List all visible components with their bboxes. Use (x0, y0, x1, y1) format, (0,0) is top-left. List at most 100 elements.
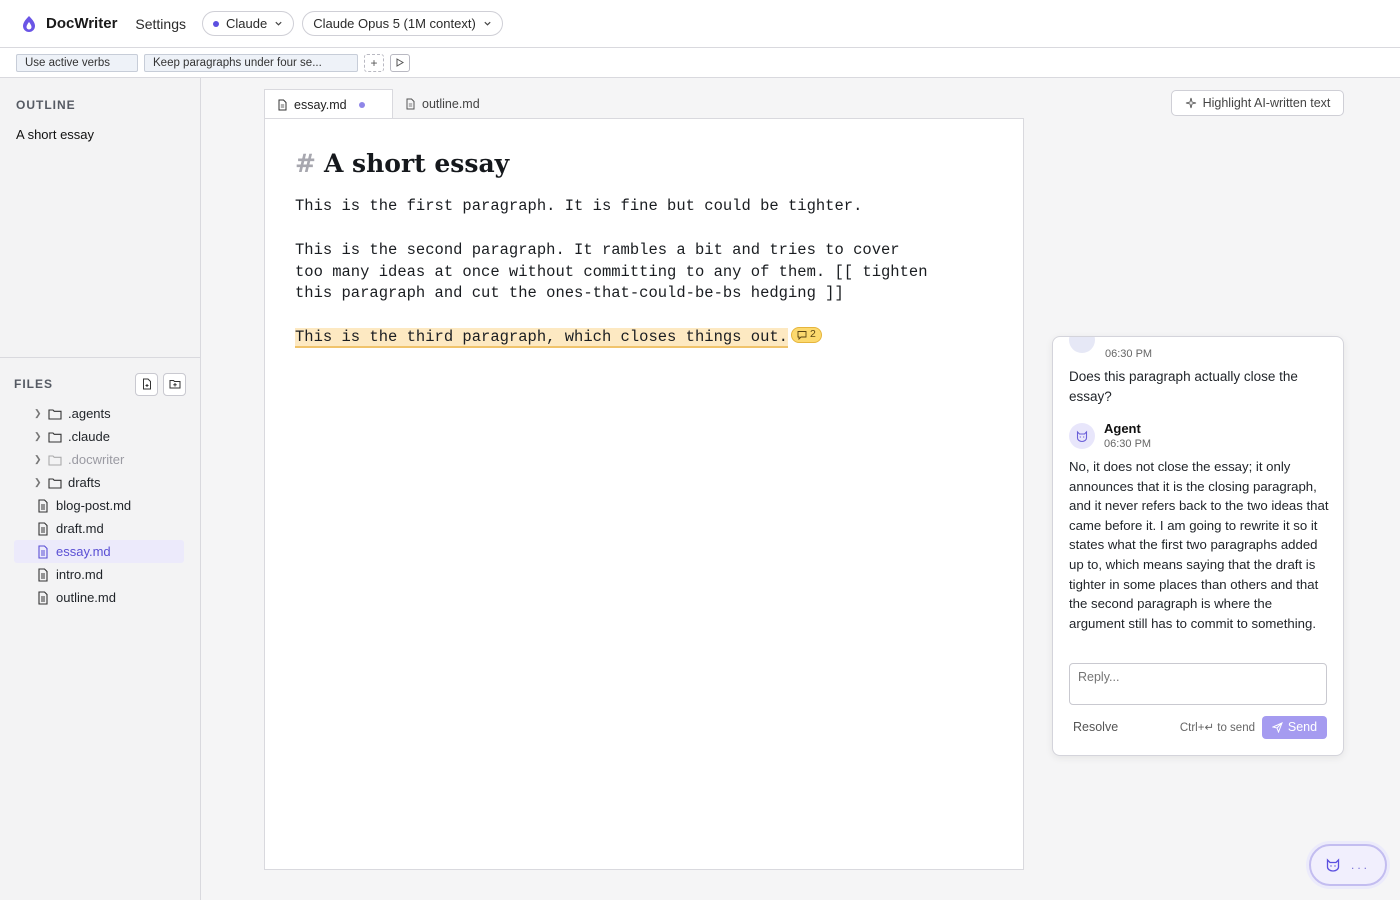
model-select[interactable]: Claude Opus 5 (1M context) (302, 11, 503, 36)
files-header: FILES (0, 372, 200, 396)
provider-label: Claude (226, 16, 268, 31)
heading-marker: # (295, 149, 316, 178)
outline-item[interactable]: A short essay (16, 127, 184, 142)
tree-label: outline.md (56, 590, 116, 605)
resolve-button[interactable]: Resolve (1069, 720, 1118, 734)
provider-status-dot (213, 20, 219, 27)
files-title: FILES (14, 377, 54, 391)
folder-icon (48, 408, 62, 420)
tree-file[interactable]: intro.md (14, 563, 184, 586)
agent-reply-text: No, it does not close the essay; it only… (1069, 459, 1329, 631)
cat-icon (1076, 430, 1088, 442)
tree-file[interactable]: outline.md (14, 586, 184, 609)
tree-label: intro.md (56, 567, 103, 582)
new-file-icon (142, 378, 151, 390)
reply-author: Agent (1104, 421, 1141, 436)
outline-title: OUTLINE (16, 98, 76, 112)
highlighted-text[interactable]: This is the third paragraph, which close… (295, 328, 788, 349)
editor-tabs: essay.md outline.md (264, 89, 492, 119)
plus-icon: + (370, 55, 378, 70)
file-icon (38, 521, 48, 536)
file-tree: ❯ .agents ❯ .claude ❯ .docwriter ❯ draft… (0, 402, 200, 609)
document-heading: # A short essay (295, 149, 993, 178)
new-file-button[interactable] (135, 372, 158, 396)
comment-icon (797, 331, 807, 341)
sparkle-icon (1185, 97, 1196, 109)
tree-label: .docwriter (68, 452, 125, 467)
chevron-right-icon: ❯ (34, 408, 42, 418)
new-folder-icon (169, 380, 180, 389)
provider-select[interactable]: Claude (202, 11, 295, 36)
tree-folder[interactable]: ❯ .agents (14, 402, 184, 425)
comment-count-badge[interactable]: 2 (790, 327, 822, 344)
folder-icon (48, 454, 62, 466)
agent-chat-button[interactable]: ... (1309, 844, 1387, 886)
tree-label: draft.md (56, 521, 104, 536)
new-folder-button[interactable] (163, 372, 186, 396)
agent-reply-header: Agent 06:30 PM (1069, 421, 1151, 450)
typing-indicator: ... (1351, 858, 1371, 872)
tree-folder[interactable]: ❯ drafts (14, 471, 184, 494)
tree-folder[interactable]: ❯ .claude (14, 425, 184, 448)
top-bar: DocWriter Settings Claude Claude Opus 5 … (0, 0, 1400, 48)
chevron-right-icon: ❯ (34, 477, 42, 487)
cat-icon (1326, 858, 1340, 872)
chevron-right-icon: ❯ (34, 454, 42, 464)
user-avatar (1069, 337, 1095, 353)
unsaved-indicator (358, 101, 365, 108)
outline-section: OUTLINE A short essay (0, 78, 200, 358)
comment-question: Does this paragraph actually close the e… (1069, 369, 1298, 404)
heading-text: A short essay (323, 149, 510, 178)
chevron-down-icon (484, 21, 491, 26)
comment-thread-panel: 06:30 PM Does this paragraph actually cl… (1052, 336, 1344, 756)
paragraph-3: This is the third paragraph, which close… (295, 327, 935, 349)
run-rules-button[interactable] (390, 53, 410, 72)
comment-time: 06:30 PM (1105, 348, 1153, 360)
file-icon (278, 99, 287, 110)
settings-link[interactable]: Settings (135, 16, 186, 32)
chevron-right-icon: ❯ (34, 431, 42, 441)
paragraph-2: This is the second paragraph. It rambles… (295, 240, 928, 303)
tree-label: .agents (68, 406, 111, 421)
file-icon (406, 98, 415, 110)
reply-input[interactable] (1069, 663, 1327, 705)
app-logo[interactable]: DocWriter (20, 15, 117, 33)
send-button[interactable]: Send (1262, 715, 1327, 739)
file-icon (38, 544, 48, 559)
app-name: DocWriter (46, 15, 118, 32)
file-icon (38, 567, 48, 582)
tree-file[interactable]: blog-post.md (14, 494, 184, 517)
comment-footer: Resolve Ctrl+↵ to send Send (1069, 715, 1327, 739)
tree-file-active[interactable]: essay.md (14, 540, 184, 563)
send-label: Send (1287, 720, 1318, 734)
chevron-down-icon (275, 21, 282, 26)
reply-time: 06:30 PM (1104, 438, 1152, 450)
file-icon (38, 590, 48, 605)
add-rule-button[interactable]: + (364, 53, 384, 72)
logo-icon (23, 15, 35, 32)
paragraph-1: This is the first paragraph. It is fine … (295, 197, 863, 215)
tree-label: blog-post.md (56, 498, 132, 513)
rules-bar: Use active verbs Keep paragraphs under f… (0, 48, 1400, 78)
sidebar: OUTLINE A short essay FILES ❯ .agents ❯ … (0, 78, 201, 900)
tab-outline[interactable]: outline.md (393, 89, 492, 119)
tree-label: drafts (68, 475, 101, 490)
highlight-ai-text-label: Highlight AI-written text (1202, 96, 1331, 110)
tab-label: outline.md (422, 97, 480, 111)
folder-icon (48, 477, 62, 489)
tree-file[interactable]: draft.md (14, 517, 184, 540)
highlight-ai-text-button[interactable]: Highlight AI-written text (1171, 90, 1344, 116)
comment-count: 2 (809, 328, 816, 341)
file-icon (38, 498, 48, 513)
tree-folder[interactable]: ❯ .docwriter (14, 448, 184, 471)
tab-essay[interactable]: essay.md (264, 89, 393, 119)
document-editor[interactable]: # A short essay This is the first paragra… (264, 118, 1024, 870)
model-label: Claude Opus 5 (1M context) (313, 16, 476, 31)
send-icon (1271, 721, 1283, 733)
play-icon (396, 58, 404, 67)
tab-label: essay.md (294, 97, 347, 112)
tree-label: essay.md (56, 544, 111, 559)
folder-icon (48, 431, 62, 443)
rule-chip[interactable]: Keep paragraphs under four se... (144, 53, 358, 72)
rule-chip[interactable]: Use active verbs (16, 53, 138, 72)
